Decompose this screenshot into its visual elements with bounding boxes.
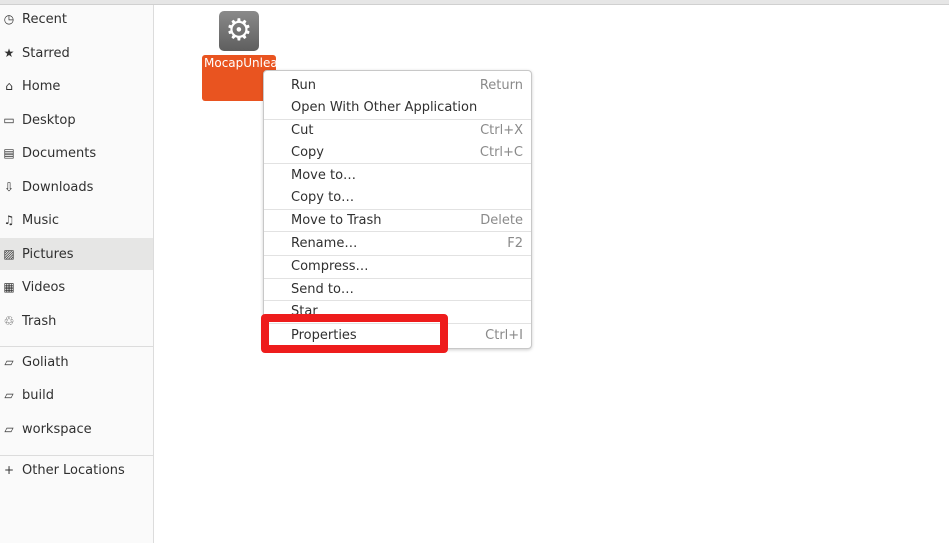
menu-item-label: Copy to…: [291, 189, 355, 205]
sidebar-item-build[interactable]: ▱ build: [0, 379, 153, 411]
plus-icon: +: [3, 463, 15, 477]
sidebar-item-label: Trash: [22, 313, 57, 329]
menu-item-label: Run: [291, 77, 316, 93]
music-icon: ♫: [3, 213, 15, 227]
sidebar-item-label: Downloads: [22, 179, 94, 195]
context-menu: Run Return Open With Other Application Cut C…: [263, 70, 532, 349]
menu-item-move-to[interactable]: Move to…: [264, 164, 531, 186]
divider: [0, 346, 153, 347]
sidebar-item-label: Videos: [22, 279, 66, 295]
sidebar-item-label: Home: [22, 78, 61, 94]
sidebar-item-label: Desktop: [22, 112, 76, 128]
desktop-icon: ▭: [3, 113, 15, 127]
menu-item-shortcut: Ctrl+X: [480, 122, 523, 138]
document-icon: ▤: [3, 146, 15, 160]
menu-separator: [264, 119, 531, 120]
home-icon: ⌂: [5, 79, 13, 93]
sidebar-item-label: Recent: [22, 11, 67, 27]
sidebar-item-workspace[interactable]: ▱ workspace: [0, 413, 153, 445]
menu-item-label: Cut: [291, 122, 314, 138]
sidebar-item-label: Other Locations: [22, 462, 125, 478]
sidebar-item-pictures[interactable]: ▨ Pictures: [0, 238, 153, 270]
sidebar-item-downloads[interactable]: ⇩ Downloads: [0, 171, 153, 203]
menu-item-label: Send to…: [291, 281, 354, 297]
folder-icon: ▱: [4, 355, 14, 369]
menu-item-shortcut: Ctrl+I: [485, 327, 523, 343]
sidebar-item-label: Music: [22, 212, 59, 228]
folder-icon: ▱: [4, 388, 14, 402]
video-icon: ▦: [3, 280, 15, 294]
sidebar-item-label: Starred: [22, 45, 70, 61]
sidebar-item-desktop[interactable]: ▭ Desktop: [0, 104, 153, 136]
sidebar-item-label: Goliath: [22, 354, 69, 370]
download-icon: ⇩: [3, 180, 15, 194]
menu-item-compress[interactable]: Compress…: [264, 255, 531, 277]
divider: [0, 455, 153, 456]
menu-item-shortcut: Delete: [480, 212, 523, 228]
sidebar-item-starred[interactable]: ★ Starred: [0, 37, 153, 69]
menu-item-copy-to[interactable]: Copy to…: [264, 186, 531, 208]
sidebar-item-label: workspace: [22, 421, 92, 437]
sidebar-item-label: build: [22, 387, 54, 403]
gear-icon: ⚙: [219, 11, 259, 51]
menu-item-copy[interactable]: Copy Ctrl+C: [264, 141, 531, 163]
menu-item-label: Rename…: [291, 235, 358, 251]
menu-item-move-to-trash[interactable]: Move to Trash Delete: [264, 209, 531, 231]
menu-item-label: Compress…: [291, 258, 369, 274]
menu-item-label: Open With Other Application: [291, 99, 478, 115]
menu-item-label: Move to Trash: [291, 212, 382, 228]
menu-item-label: Move to…: [291, 167, 357, 183]
sidebar-item-music[interactable]: ♫ Music: [0, 204, 153, 236]
menu-separator: [264, 300, 531, 301]
sidebar-item-trash[interactable]: ♲ Trash: [0, 305, 153, 337]
menu-item-run[interactable]: Run Return: [264, 74, 531, 96]
sidebar-item-other-locations[interactable]: + Other Locations: [0, 454, 153, 486]
sidebar-item-goliath[interactable]: ▱ Goliath: [0, 346, 153, 378]
menu-separator: [264, 163, 531, 164]
star-icon: ★: [3, 46, 15, 60]
sidebar: ◷ Recent ★ Starred ⌂ Home ▭ Desktop ▤ Documents ⇩ D…: [0, 5, 154, 543]
sidebar-item-videos[interactable]: ▦ Videos: [0, 271, 153, 303]
menu-separator: [264, 278, 531, 279]
menu-item-shortcut: Return: [479, 77, 523, 93]
highlight-box: [261, 314, 448, 353]
menu-separator: [264, 209, 531, 210]
menu-separator: [264, 255, 531, 256]
sidebar-item-documents[interactable]: ▤ Documents: [0, 137, 153, 169]
clock-icon: ◷: [3, 12, 15, 26]
menu-separator: [264, 231, 531, 232]
menu-item-send-to[interactable]: Send to…: [264, 278, 531, 300]
menu-item-shortcut: F2: [507, 235, 523, 251]
picture-icon: ▨: [3, 247, 15, 261]
sidebar-item-recent[interactable]: ◷ Recent: [0, 3, 153, 35]
folder-icon: ▱: [4, 422, 14, 436]
menu-item-cut[interactable]: Cut Ctrl+X: [264, 119, 531, 141]
menu-item-open-with-other-application[interactable]: Open With Other Application: [264, 96, 531, 118]
menu-item-shortcut: Ctrl+C: [479, 144, 523, 160]
trash-icon: ♲: [3, 314, 15, 328]
menu-item-rename[interactable]: Rename… F2: [264, 232, 531, 254]
menu-item-label: Copy: [291, 144, 324, 160]
sidebar-item-home[interactable]: ⌂ Home: [0, 70, 153, 102]
sidebar-item-label: Documents: [22, 145, 97, 161]
sidebar-item-label: Pictures: [22, 246, 74, 262]
